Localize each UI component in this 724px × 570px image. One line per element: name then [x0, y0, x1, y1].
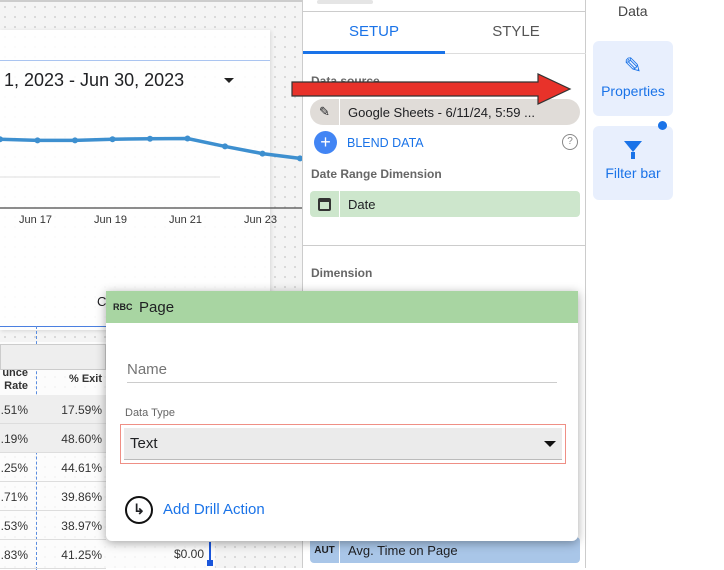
add-drill-action-button[interactable]: Add Drill Action [163, 501, 265, 518]
type-badge: RBC [113, 302, 133, 312]
red-arrow-annotation [291, 73, 572, 105]
table-cell: 44.61% [61, 461, 102, 475]
table-cell: $0.00 [173, 547, 204, 561]
chevron-down-icon [544, 440, 556, 447]
right-sidebar: Data ✎ Properties Filter bar [586, 0, 724, 568]
field-edit-popup: RBC Page Data Type Text ↳ Add Drill Acti… [106, 291, 578, 541]
data-point[interactable] [147, 135, 153, 142]
column-header[interactable]: unce Rate [0, 367, 28, 393]
partial-label: C [97, 294, 107, 309]
table-row[interactable]: .19% 48.60% [0, 424, 106, 453]
x-tick: Jun 17 [19, 214, 53, 226]
table-cell: .83% [0, 548, 28, 562]
line-chart [0, 135, 302, 209]
table-cell: .53% [0, 519, 28, 533]
table-row[interactable]: .83% 41.25% [0, 540, 106, 569]
name-input[interactable] [127, 357, 557, 383]
data-point[interactable] [259, 150, 266, 157]
date-range-dimension-label: Date Range Dimension [311, 167, 442, 181]
table-row[interactable]: .51% 17.59% [0, 395, 106, 424]
table-row[interactable]: .25% 44.61% [0, 453, 106, 482]
column-header[interactable]: % Exit [40, 373, 102, 385]
x-tick: Jun 23 [244, 214, 278, 226]
field-name: Page [139, 298, 175, 316]
filter-bar-button[interactable]: Filter bar [593, 126, 673, 200]
help-icon[interactable]: ? [562, 134, 578, 150]
tab-style[interactable]: STYLE [445, 12, 587, 54]
x-tick: Jun 21 [169, 214, 203, 226]
table-cell: .25% [0, 461, 28, 475]
table-cell: .19% [0, 432, 28, 446]
table-cell: 17.59% [61, 403, 102, 417]
selection-line [0, 60, 270, 61]
dimension-label: Dimension [311, 266, 373, 280]
notification-dot [658, 121, 667, 130]
date-range-text[interactable]: 1, 2023 - Jun 30, 2023 [4, 70, 184, 91]
data-type-highlight: Text [120, 424, 566, 464]
pencil-icon: ✎ [623, 53, 643, 78]
table-cell: 39.86% [61, 490, 102, 504]
filter-icon [624, 141, 642, 152]
popup-header: RBC Page [106, 291, 578, 323]
data-point[interactable] [222, 143, 228, 150]
plus-icon[interactable]: + [314, 131, 337, 154]
data-type-label: Data Type [125, 407, 175, 419]
table-row[interactable]: .53% 38.97% [0, 511, 106, 540]
date-dropdown-icon[interactable] [224, 78, 234, 83]
table-cell: 38.97% [61, 519, 102, 533]
drill-action-icon[interactable]: ↳ [125, 496, 153, 524]
date-range-dimension-chip[interactable]: Date [310, 191, 580, 217]
tab-setup[interactable]: SETUP [303, 12, 445, 54]
data-point[interactable] [184, 135, 191, 142]
properties-button[interactable]: ✎ Properties [593, 41, 673, 116]
data-point[interactable] [109, 136, 116, 143]
table-cell: .51% [0, 403, 28, 417]
table-row[interactable]: .71% 39.86% [0, 482, 106, 511]
calendar-icon [310, 191, 340, 217]
data-point[interactable] [0, 136, 3, 143]
resize-handle[interactable] [207, 560, 213, 566]
x-tick: Jun 19 [94, 214, 128, 226]
data-type-select[interactable]: Text [124, 428, 562, 460]
table-cell: 48.60% [61, 432, 102, 446]
table-cell: 41.25% [61, 548, 102, 562]
data-point[interactable] [34, 137, 41, 144]
table-cell: .71% [0, 490, 28, 504]
data-point[interactable] [72, 137, 78, 144]
blend-data-button[interactable]: BLEND DATA [347, 136, 424, 150]
data-title: Data [618, 3, 648, 19]
